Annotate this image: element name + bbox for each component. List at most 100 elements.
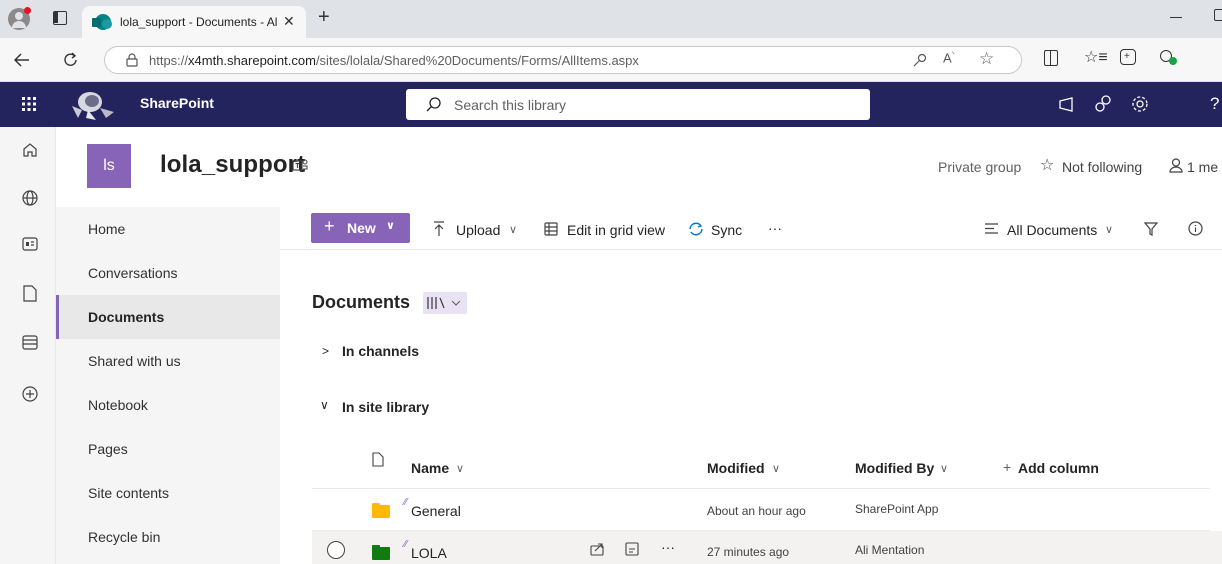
nav-item-conversations[interactable]: Conversations [56, 251, 280, 295]
follow-star-icon[interactable]: ☆ [1040, 155, 1054, 175]
privacy-label: Private group [938, 159, 1022, 175]
chevron-down-icon: ∨ [386, 220, 395, 232]
lists-icon[interactable] [22, 335, 38, 350]
library-title[interactable]: Documents [312, 292, 410, 313]
nav-item-home[interactable]: Home [56, 207, 280, 251]
nav-item-label: Notebook [88, 397, 148, 413]
refresh-icon[interactable] [63, 52, 79, 68]
collapse-chevron-icon[interactable]: ∨ [320, 398, 329, 412]
new-button-label: New [347, 220, 376, 236]
nav-item-label: Recycle bin [88, 529, 161, 545]
site-title[interactable]: lola_support [160, 151, 305, 179]
key-icon[interactable] [913, 53, 927, 67]
add-column-plus-icon[interactable]: + [1003, 459, 1011, 475]
nav-item-notebook[interactable]: Notebook [56, 383, 280, 427]
folder-icon [372, 503, 390, 518]
file-type-icon[interactable] [372, 452, 384, 467]
add-column-button[interactable]: Add column [1018, 460, 1099, 476]
item-name[interactable]: LOLA [411, 545, 447, 561]
profile-avatar[interactable] [8, 7, 31, 30]
grid-view-icon[interactable] [544, 222, 558, 236]
help-icon[interactable]: ? [1210, 94, 1219, 114]
globe-icon[interactable] [22, 190, 38, 206]
home-icon[interactable] [22, 142, 38, 158]
nav-item-label: Site contents [88, 485, 169, 501]
create-plus-icon[interactable] [22, 386, 38, 402]
new-item-sparkle-icon: ⁄⁄ [404, 497, 408, 508]
library-views-button[interactable] [423, 292, 467, 314]
nav-item-label: Conversations [88, 265, 178, 281]
megaphone-icon[interactable] [1058, 97, 1074, 112]
app-launcher-icon[interactable] [22, 97, 36, 111]
members-button[interactable]: 1 me [1187, 159, 1218, 175]
upload-button[interactable]: Upload [456, 222, 500, 238]
view-chevron-icon[interactable]: ∨ [1105, 223, 1113, 236]
upload-chevron-icon[interactable]: ∨ [509, 223, 517, 236]
more-commands-button[interactable]: ··· [768, 220, 782, 236]
copy-link-icon[interactable] [625, 542, 640, 557]
item-modified: About an hour ago [707, 504, 806, 518]
sync-icon[interactable] [687, 221, 705, 237]
table-row[interactable]: ⁄⁄ General About an hour ago SharePoint … [312, 489, 1222, 529]
item-modified-by[interactable]: SharePoint App [855, 502, 938, 516]
nav-item-pages[interactable]: Pages [56, 427, 280, 471]
modified-sort-chevron-icon[interactable]: ∨ [772, 462, 780, 475]
settings-gear-icon[interactable] [1131, 95, 1149, 113]
item-modified-by[interactable]: Ali Mentation [855, 543, 924, 557]
table-row[interactable]: ⁄⁄ LOLA ··· 27 minutes ago Ali Mentation [312, 531, 1222, 564]
modified-by-sort-chevron-icon[interactable]: ∨ [940, 462, 948, 475]
restore-icon[interactable] [1214, 9, 1222, 21]
collections-icon[interactable]: + [1120, 49, 1136, 65]
expand-chevron-icon[interactable]: > [322, 344, 329, 358]
item-modified: 27 minutes ago [707, 545, 790, 559]
search-library-input[interactable]: Search this library [406, 89, 870, 120]
sharepoint-brand[interactable]: SharePoint [140, 95, 214, 111]
upload-icon[interactable] [433, 221, 445, 237]
row-select-checkbox[interactable] [327, 541, 345, 559]
info-icon[interactable] [1188, 221, 1203, 236]
split-screen-icon[interactable] [1044, 50, 1058, 66]
site-info-lock-icon[interactable] [126, 53, 138, 67]
person-icon[interactable] [1169, 158, 1183, 173]
edit-grid-view-button[interactable]: Edit in grid view [567, 222, 665, 238]
tab-actions-icon[interactable] [53, 11, 67, 25]
people-settings-icon[interactable] [1094, 95, 1112, 113]
favorite-star-icon[interactable]: ☆ [979, 49, 994, 69]
minimize-icon[interactable] [1170, 17, 1182, 18]
favorites-icon[interactable]: ☆≡ [1084, 47, 1108, 67]
row-more-actions[interactable]: ··· [661, 539, 675, 555]
tab-close-icon[interactable]: ✕ [283, 13, 295, 30]
group-in-channels[interactable]: In channels [342, 343, 419, 359]
new-tab-icon[interactable]: + [318, 6, 330, 29]
folder-icon [372, 545, 390, 560]
extensions-icon[interactable] [1160, 48, 1177, 65]
organization-logo-icon[interactable] [66, 86, 118, 122]
item-name[interactable]: General [411, 503, 461, 519]
site-logo[interactable]: ls [87, 144, 131, 188]
sync-button[interactable]: Sync [711, 222, 742, 238]
name-sort-chevron-icon[interactable]: ∨ [456, 462, 464, 475]
view-selector[interactable]: All Documents [1007, 222, 1097, 238]
filter-icon[interactable] [1144, 222, 1158, 236]
group-in-site-library[interactable]: In site library [342, 399, 429, 415]
new-button[interactable]: + New ∨ [311, 213, 410, 243]
nav-item-label: Shared with us [88, 353, 181, 369]
teams-icon[interactable] [292, 158, 308, 172]
nav-item-recycle-bin[interactable]: Recycle bin [56, 515, 280, 559]
view-options-icon[interactable] [984, 222, 999, 235]
back-arrow-icon[interactable] [14, 53, 30, 67]
nav-item-shared-with-us[interactable]: Shared with us [56, 339, 280, 383]
nav-item-documents[interactable]: Documents [56, 295, 280, 339]
nav-item-site-contents[interactable]: Site contents [56, 471, 280, 515]
url-input[interactable]: https://x4mth.sharepoint.com/sites/lolal… [104, 46, 1022, 74]
column-header-modified[interactable]: Modified [707, 460, 765, 476]
browser-tab-active[interactable]: lola_support - Documents - All Do ✕ [82, 6, 306, 38]
share-icon[interactable] [590, 542, 605, 556]
read-aloud-icon[interactable]: Aᐠ [943, 50, 955, 65]
file-icon[interactable] [23, 285, 37, 302]
column-header-name[interactable]: Name [411, 460, 449, 476]
nav-item-label: Documents [88, 309, 165, 325]
column-header-modified-by[interactable]: Modified By [855, 460, 934, 476]
follow-button[interactable]: Not following [1062, 159, 1142, 175]
news-icon[interactable] [22, 237, 38, 251]
